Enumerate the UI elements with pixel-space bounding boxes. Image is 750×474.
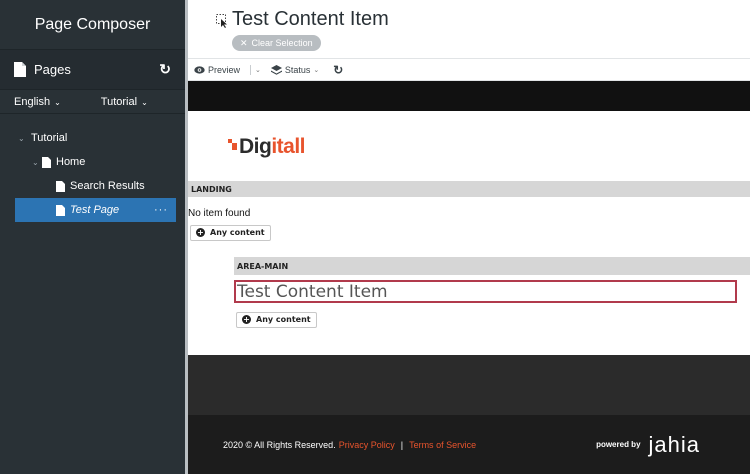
pages-label: Pages bbox=[34, 62, 71, 77]
language-select[interactable]: English ⌄ bbox=[14, 96, 61, 108]
logo-area: Dig itall bbox=[188, 111, 750, 181]
page-icon bbox=[56, 204, 65, 216]
clear-selection-label: Clear Selection bbox=[251, 38, 313, 48]
landing-area-label[interactable]: LANDING bbox=[188, 181, 750, 197]
status-button[interactable]: Status ⌄ bbox=[270, 64, 320, 75]
selection-header: Test Content Item ✕ Clear Selection bbox=[188, 0, 750, 59]
site-value: Tutorial bbox=[100, 95, 138, 108]
powered-by-label: powered by bbox=[596, 440, 641, 449]
copyright: 2020 © All Rights Reserved. Privacy Poli… bbox=[223, 440, 476, 450]
tree-item-label: Home bbox=[56, 156, 86, 168]
jahia-logo: jahia bbox=[648, 431, 700, 457]
separator: | bbox=[400, 439, 404, 450]
selected-item-title: Test Content Item bbox=[232, 8, 389, 30]
preview-button[interactable]: Preview bbox=[194, 65, 240, 75]
footer-band bbox=[188, 355, 750, 415]
tree-item-test-page[interactable]: Test Page ··· bbox=[15, 198, 176, 222]
page-preview: Dig itall LANDING No item found + Any con… bbox=[188, 81, 750, 474]
close-icon: ✕ bbox=[240, 37, 248, 48]
any-content-label: Any content bbox=[256, 315, 311, 324]
digitall-logo[interactable]: Dig itall bbox=[228, 135, 306, 159]
selected-content-item[interactable]: Test Content Item bbox=[234, 280, 737, 303]
any-content-label: Any content bbox=[210, 228, 265, 237]
status-label: Status bbox=[284, 64, 311, 75]
plus-icon: + bbox=[196, 228, 205, 237]
refresh-icon[interactable]: ↻ bbox=[159, 61, 171, 78]
app: Page Composer Pages ↻ English ⌄ Tutorial ⌄… bbox=[0, 0, 750, 474]
clear-selection-button[interactable]: ✕ Clear Selection bbox=[232, 35, 321, 51]
terms-of-service-link[interactable]: Terms of Service bbox=[409, 440, 476, 450]
cursor-select-icon bbox=[216, 14, 227, 28]
page-icon bbox=[56, 180, 65, 192]
logo-mark-icon bbox=[228, 138, 237, 150]
refresh-icon[interactable]: ↻ bbox=[333, 63, 343, 77]
plus-icon: + bbox=[242, 315, 251, 324]
site-select[interactable]: Tutorial ⌄ bbox=[101, 96, 148, 108]
sidebar: Page Composer Pages ↻ English ⌄ Tutorial ⌄… bbox=[0, 0, 185, 474]
any-content-wrap: + Any content bbox=[190, 222, 750, 241]
toolbar: Preview ⌄ Status ⌄ ↻ bbox=[188, 59, 750, 81]
selectors: English ⌄ Tutorial ⌄ bbox=[0, 90, 185, 114]
area-main-label[interactable]: AREA-MAIN bbox=[234, 257, 750, 275]
chevron-down-icon: ⌄ bbox=[54, 97, 61, 107]
divider bbox=[250, 64, 252, 75]
tree-item-label: Test Page bbox=[70, 204, 120, 216]
chevron-down-icon[interactable]: ⌄ bbox=[32, 158, 42, 167]
app-title: Page Composer bbox=[0, 0, 185, 50]
eye-icon bbox=[194, 65, 205, 74]
page-tree: ⌄ Tutorial ⌄ Home Search Results Test Pa… bbox=[0, 114, 185, 222]
more-icon[interactable]: ··· bbox=[154, 204, 168, 216]
chevron-down-icon[interactable]: ⌄ bbox=[18, 134, 28, 143]
no-item-text: No item found bbox=[188, 208, 251, 219]
chevron-down-icon: ⌄ bbox=[313, 66, 320, 74]
tree-item-label: Search Results bbox=[70, 180, 145, 192]
language-value: English bbox=[14, 95, 51, 108]
tree-item-home[interactable]: ⌄ Home bbox=[0, 150, 185, 174]
any-content-button[interactable]: + Any content bbox=[236, 311, 317, 328]
logo-text-dig: Dig bbox=[239, 135, 272, 158]
preview-label: Preview bbox=[208, 64, 241, 75]
logo-text-itall: itall bbox=[271, 135, 306, 158]
any-content-button[interactable]: + Any content bbox=[190, 224, 271, 241]
chevron-down-icon: ⌄ bbox=[141, 97, 148, 107]
main-panel: Test Content Item ✕ Clear Selection Prev… bbox=[188, 0, 750, 474]
powered-by[interactable]: powered by jahia bbox=[596, 432, 700, 458]
page-icon bbox=[42, 156, 51, 168]
area-main: AREA-MAIN Test Content Item + Any conten… bbox=[234, 257, 750, 328]
layers-icon bbox=[270, 64, 282, 75]
copyright-text: 2020 © All Rights Reserved. bbox=[223, 439, 336, 450]
tree-item-label: Tutorial bbox=[31, 132, 68, 144]
chevron-down-icon[interactable]: ⌄ bbox=[255, 66, 261, 74]
file-icon bbox=[14, 62, 26, 77]
site-header-bar bbox=[188, 81, 750, 111]
privacy-policy-link[interactable]: Privacy Policy bbox=[339, 440, 395, 450]
any-content-wrap: + Any content bbox=[236, 309, 750, 328]
pages-header: Pages ↻ bbox=[0, 50, 185, 90]
tree-item-tutorial[interactable]: ⌄ Tutorial bbox=[0, 126, 185, 150]
tree-item-search-results[interactable]: Search Results bbox=[0, 174, 185, 198]
site-footer: 2020 © All Rights Reserved. Privacy Poli… bbox=[188, 415, 750, 474]
